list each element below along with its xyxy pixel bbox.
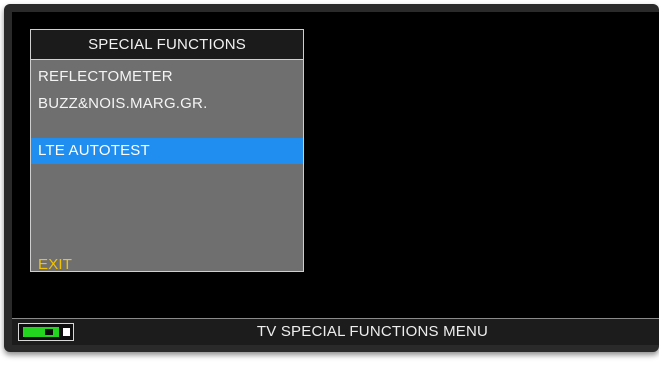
battery-level-fill bbox=[23, 327, 59, 337]
battery-terminal bbox=[63, 328, 70, 336]
menu-item-exit[interactable]: EXIT bbox=[31, 253, 303, 277]
menu-title: SPECIAL FUNCTIONS bbox=[31, 30, 303, 60]
charging-plug-icon bbox=[45, 329, 53, 335]
special-functions-menu: SPECIAL FUNCTIONS REFLECTOMETER BUZZ&NOI… bbox=[30, 29, 304, 273]
device-screen: SPECIAL FUNCTIONS REFLECTOMETER BUZZ&NOI… bbox=[12, 12, 659, 345]
status-bar-title: TV SPECIAL FUNCTIONS MENU bbox=[256, 323, 489, 340]
status-bar: TV SPECIAL FUNCTIONS MENU bbox=[12, 318, 659, 345]
menu-item-buzz-noise-margin[interactable]: BUZZ&NOIS.MARG.GR. bbox=[31, 91, 303, 117]
menu-item-lte-autotest[interactable]: LTE AUTOTEST bbox=[31, 138, 303, 164]
battery-charging-icon bbox=[18, 323, 74, 341]
menu-item-reflectometer[interactable]: REFLECTOMETER bbox=[31, 64, 303, 90]
